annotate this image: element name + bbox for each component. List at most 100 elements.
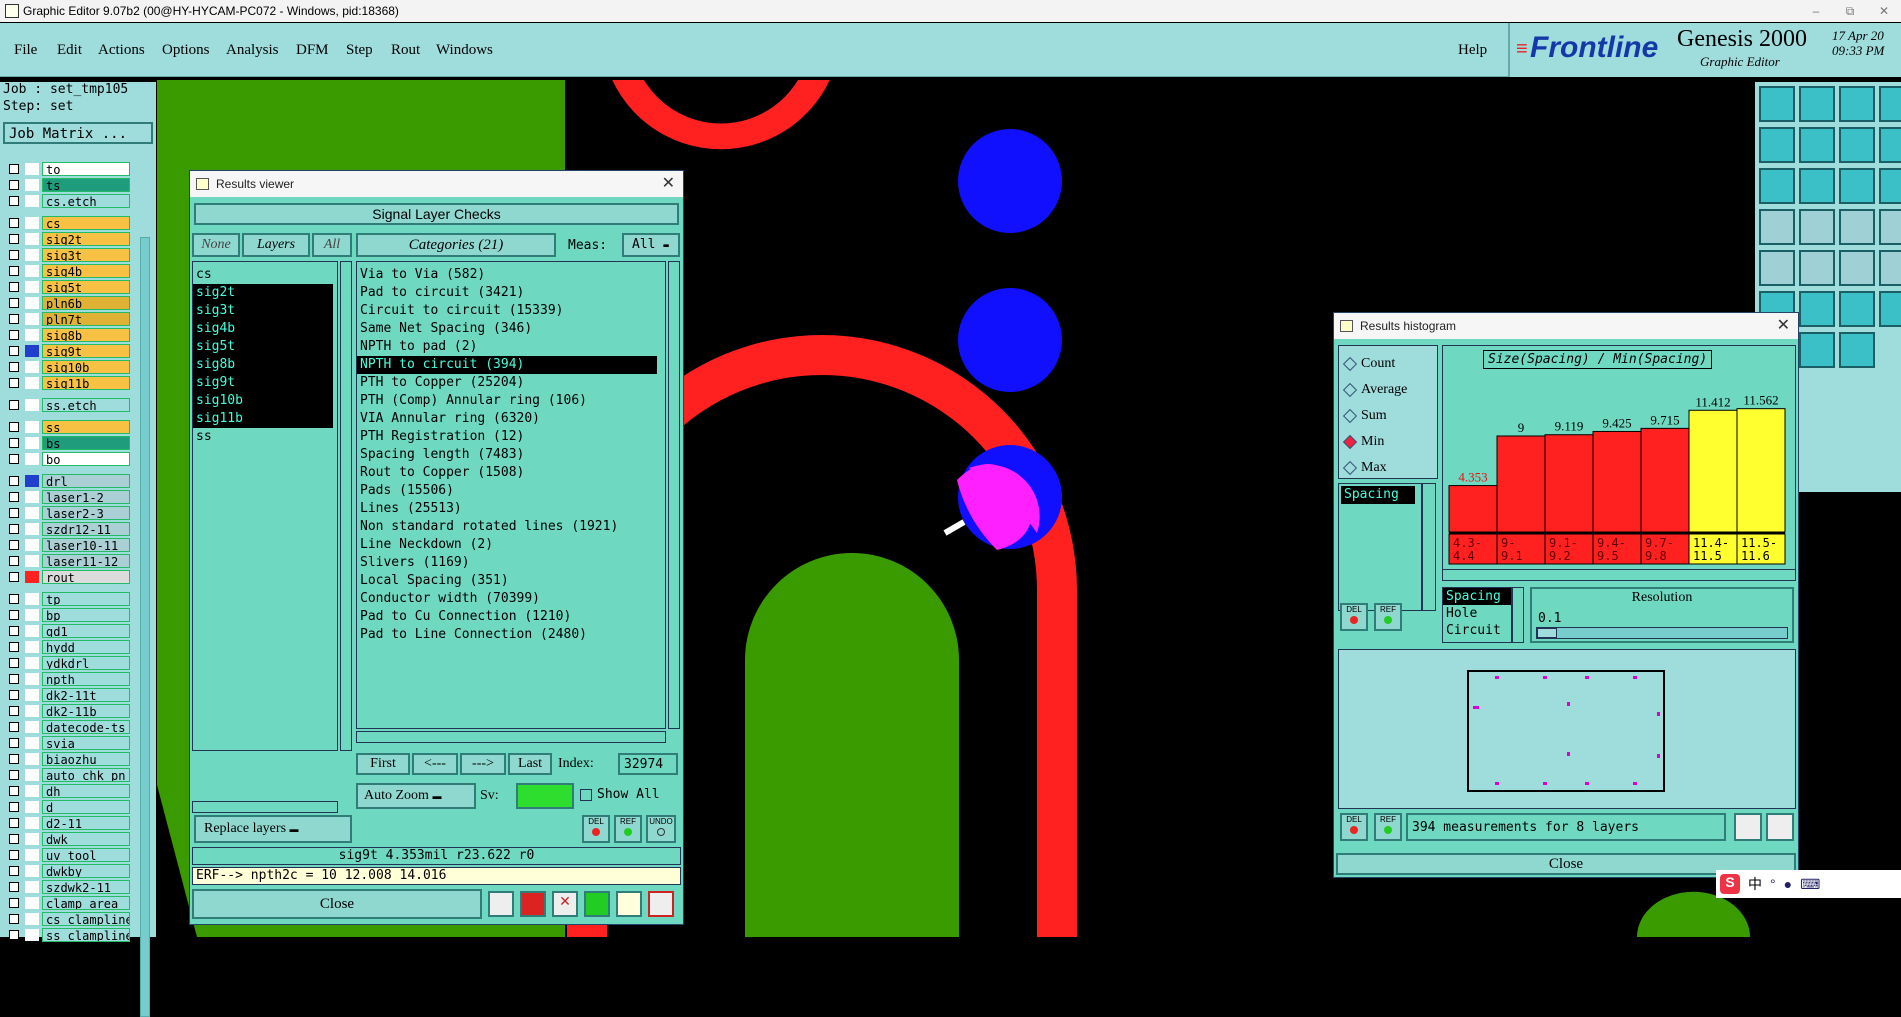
layer-row-21[interactable]: szdr12-11 xyxy=(6,522,130,536)
node-icon[interactable] xyxy=(1839,250,1875,286)
layer-checkbox[interactable] xyxy=(9,282,19,292)
layer-name[interactable]: d xyxy=(42,800,130,814)
menu-edit[interactable]: Edit xyxy=(57,42,82,59)
layer-color-swatch[interactable] xyxy=(25,265,39,277)
layer-name[interactable]: sig2t xyxy=(42,232,130,246)
layer-checkbox[interactable] xyxy=(9,314,19,324)
histogram-hscrollbar[interactable] xyxy=(1442,569,1796,581)
snap-icon[interactable] xyxy=(1839,168,1875,204)
line-tool-icon[interactable] xyxy=(1759,250,1795,286)
layer-row-41[interactable]: uv_tool xyxy=(6,848,130,862)
preview-ref-button[interactable]: REF xyxy=(1374,813,1402,841)
layer-color-swatch[interactable] xyxy=(25,881,39,893)
histogram-ref-button[interactable]: REF xyxy=(1374,603,1402,631)
page-icon[interactable] xyxy=(1759,86,1795,122)
layer-checkbox[interactable] xyxy=(9,298,19,308)
layers-listbox[interactable]: cs sig2t sig3t sig4b sig5t sig8b sig9t sig10b si… xyxy=(192,261,338,751)
layer-row-0[interactable]: to xyxy=(6,162,130,176)
layer-name[interactable]: dwk xyxy=(42,832,130,846)
layer-color-swatch[interactable] xyxy=(25,523,39,535)
menu-dfm[interactable]: DFM xyxy=(296,42,329,59)
layer-name[interactable]: biaozhu xyxy=(42,752,130,766)
layer-row-17[interactable]: bo xyxy=(6,452,130,466)
category-item[interactable]: Circuit to circuit (15339) xyxy=(357,302,657,320)
layer-list-item[interactable]: sig11b xyxy=(193,410,333,428)
layer-row-4[interactable]: sig2t xyxy=(6,232,130,246)
category-item[interactable]: Same Net Spacing (346) xyxy=(357,320,657,338)
layer-name[interactable]: laser10-11 xyxy=(42,538,130,552)
type-listbox[interactable]: Spacing Hole Circuit xyxy=(1442,587,1512,643)
layer-name[interactable]: sig4b xyxy=(42,264,130,278)
layer-checkbox[interactable] xyxy=(9,914,19,924)
layer-color-swatch[interactable] xyxy=(25,421,39,433)
close-icon[interactable]: ✕ xyxy=(662,171,675,197)
layer-name[interactable]: datecode-ts xyxy=(42,720,130,734)
layer-checkbox[interactable] xyxy=(9,594,19,604)
layer-name[interactable]: uv_tool xyxy=(42,848,130,862)
layer-row-28[interactable]: hydd xyxy=(6,640,130,654)
category-item[interactable]: Spacing length (7483) xyxy=(357,446,657,464)
layer-color-swatch[interactable] xyxy=(25,625,39,637)
layer-checkbox[interactable] xyxy=(9,706,19,716)
save-icon[interactable] xyxy=(1799,86,1835,122)
layer-row-38[interactable]: d xyxy=(6,800,130,814)
layer-name[interactable]: ss_clampline xyxy=(42,928,130,942)
layer-name[interactable]: sig11b xyxy=(42,376,130,390)
layer-checkbox[interactable] xyxy=(9,164,19,174)
category-item[interactable]: PTH (Comp) Annular ring (106) xyxy=(357,392,657,410)
close-icon[interactable]: ✕ xyxy=(1777,313,1790,339)
center-icon[interactable] xyxy=(1879,127,1901,163)
replace-layers-select[interactable]: Replace layers ▬ xyxy=(194,815,352,843)
layer-color-swatch[interactable] xyxy=(25,865,39,877)
layer-name[interactable]: sig5t xyxy=(42,280,130,294)
layer-color-swatch[interactable] xyxy=(25,281,39,293)
none-button[interactable]: None xyxy=(192,233,240,257)
layer-color-swatch[interactable] xyxy=(25,785,39,797)
histogram-bar[interactable] xyxy=(1544,434,1594,533)
layer-color-swatch[interactable] xyxy=(25,897,39,909)
layer-name[interactable]: cs.etch xyxy=(42,194,130,208)
layer-name[interactable]: sig3t xyxy=(42,248,130,262)
layer-name[interactable]: d2-11 xyxy=(42,816,130,830)
layer-color-swatch[interactable] xyxy=(25,609,39,621)
layer-checkbox[interactable] xyxy=(9,722,19,732)
select-icon[interactable] xyxy=(1799,209,1835,245)
layer-checkbox[interactable] xyxy=(9,610,19,620)
layer-checkbox[interactable] xyxy=(9,866,19,876)
export-icon[interactable] xyxy=(1734,813,1762,841)
layer-color-swatch[interactable] xyxy=(25,179,39,191)
layer-row-43[interactable]: szdwk2-11 xyxy=(6,880,130,894)
layer-row-46[interactable]: ss_clampline xyxy=(6,928,130,942)
layer-checkbox[interactable] xyxy=(9,818,19,828)
layer-scrollbar[interactable] xyxy=(140,237,150,1017)
layer-checkbox[interactable] xyxy=(9,454,19,464)
layer-name[interactable]: sig8b xyxy=(42,328,130,342)
histogram-listbox[interactable]: Spacing xyxy=(1338,483,1422,611)
layer-list-item[interactable]: sig5t xyxy=(193,338,333,356)
layer-name[interactable]: dk2-11b xyxy=(42,704,130,718)
polygon-icon[interactable] xyxy=(1799,291,1835,327)
menu-help[interactable]: Help xyxy=(1458,42,1487,59)
layer-name[interactable]: bo xyxy=(42,452,130,466)
menu-step[interactable]: Step xyxy=(346,42,373,59)
layer-color-swatch[interactable] xyxy=(25,377,39,389)
layer-name[interactable]: szdwk2-11 xyxy=(42,880,130,894)
cursor-icon[interactable] xyxy=(1799,332,1835,368)
layer-checkbox[interactable] xyxy=(9,196,19,206)
category-item[interactable]: Pad to circuit (3421) xyxy=(357,284,657,302)
highlight-icon[interactable] xyxy=(520,891,546,917)
layer-checkbox[interactable] xyxy=(9,346,19,356)
sv-color-select[interactable] xyxy=(516,783,574,809)
first-button[interactable]: First xyxy=(356,753,410,775)
rect-icon[interactable] xyxy=(1759,209,1795,245)
layer-color-swatch[interactable] xyxy=(25,195,39,207)
layer-list-item[interactable]: cs xyxy=(193,266,333,284)
layer-name[interactable]: svia xyxy=(42,736,130,750)
layer-color-swatch[interactable] xyxy=(25,163,39,175)
layer-row-30[interactable]: npth xyxy=(6,672,130,686)
category-item[interactable]: Pad to Line Connection (2480) xyxy=(357,626,657,644)
info-icon[interactable] xyxy=(1839,332,1875,368)
layer-color-swatch[interactable] xyxy=(25,329,39,341)
layer-name[interactable]: cs_clampline xyxy=(42,912,130,926)
layer-row-10[interactable]: sig8b xyxy=(6,328,130,342)
